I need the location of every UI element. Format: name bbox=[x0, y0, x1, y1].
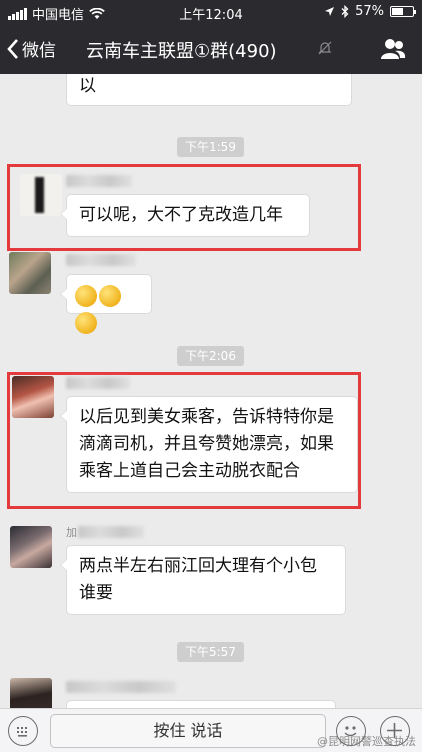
watermark: @昆明网警巡查执法 bbox=[317, 735, 416, 748]
back-chevron-icon bbox=[7, 38, 18, 59]
battery-percent: 57% bbox=[355, 4, 384, 19]
emoji-icon bbox=[75, 285, 97, 307]
emoji-icon bbox=[75, 312, 97, 334]
message-bubble[interactable]: 以后见到美女乘客，告诉特特你是滴滴司机，并且夸赞她漂亮，如果乘客上道自己会主动脱… bbox=[60, 396, 358, 493]
sender-name-blurred bbox=[66, 175, 132, 187]
avatar[interactable] bbox=[9, 252, 51, 294]
battery-icon bbox=[390, 6, 416, 17]
timestamp: 下午2:06 bbox=[177, 346, 244, 366]
sender-name-initial: 加 bbox=[66, 526, 77, 539]
message-bubble[interactable]: 两点半左右丽江回大理有个小包谁要 bbox=[60, 545, 346, 615]
input-bar: 按住 说话 @昆明网警巡查执法 bbox=[0, 708, 422, 752]
bluetooth-icon bbox=[341, 5, 349, 18]
group-members-icon[interactable] bbox=[380, 38, 406, 60]
keyboard-icon bbox=[17, 727, 27, 737]
status-bar: 中国电信 上午12:04 57% bbox=[0, 0, 422, 24]
sender-name-blurred bbox=[66, 254, 136, 266]
message-list[interactable]: 以 下午1:59 可以呢，大不了克改造几年 下午2:06 以后见到美女乘客，告诉… bbox=[0, 74, 422, 708]
status-right: 57% bbox=[324, 4, 416, 19]
avatar[interactable] bbox=[10, 678, 52, 708]
message-text: 两点半左右丽江回大理有个小包谁要 bbox=[79, 556, 317, 603]
back-button[interactable]: 微信 bbox=[6, 36, 56, 61]
back-label: 微信 bbox=[22, 41, 56, 61]
sender-name-blurred bbox=[66, 377, 130, 389]
chat-header: 微信 云南车主联盟①群(490) bbox=[0, 24, 422, 74]
message-text: 可以呢，大不了克改造几年 bbox=[79, 205, 283, 225]
sender-name-blurred bbox=[78, 526, 144, 538]
message-bubble[interactable] bbox=[66, 700, 336, 708]
chat-title: 云南车主联盟①群(490) bbox=[86, 41, 277, 62]
message-bubble[interactable] bbox=[60, 274, 152, 334]
message-text: 以后见到美女乘客，告诉特特你是滴滴司机，并且夸赞她漂亮，如果乘客上道自己会主动脱… bbox=[79, 407, 334, 481]
location-arrow-icon bbox=[325, 7, 335, 16]
message-bubble[interactable]: 以 bbox=[66, 74, 352, 106]
message-text: 以 bbox=[79, 76, 96, 96]
avatar[interactable] bbox=[20, 174, 62, 216]
timestamp: 下午1:59 bbox=[177, 137, 244, 157]
mute-icon bbox=[318, 41, 332, 55]
emoji-icon bbox=[99, 285, 121, 307]
hold-to-talk-button[interactable]: 按住 说话 bbox=[50, 714, 326, 748]
avatar[interactable] bbox=[10, 526, 52, 568]
message-bubble[interactable]: 可以呢，大不了克改造几年 bbox=[60, 194, 310, 237]
keyboard-button[interactable] bbox=[8, 716, 38, 746]
avatar[interactable] bbox=[12, 376, 54, 418]
sender-name-blurred bbox=[66, 681, 176, 693]
timestamp: 下午5:57 bbox=[177, 642, 244, 662]
